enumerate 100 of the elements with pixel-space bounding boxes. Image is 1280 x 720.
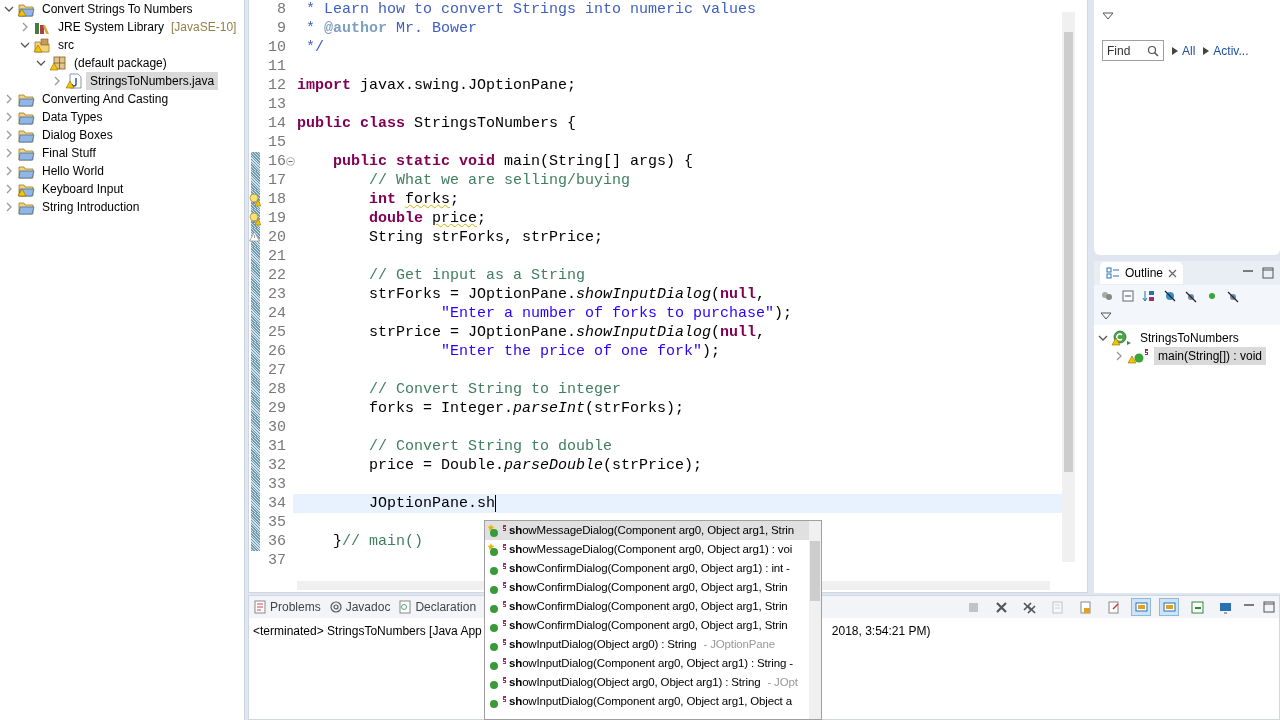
screen-icon[interactable]: [1161, 599, 1177, 615]
folder-icon: [17, 91, 35, 107]
completion-item[interactable]: showInputDialog(Object arg0, Object arg1) : String - JOpt: [485, 673, 809, 692]
scrollbar-thumb[interactable]: [1064, 32, 1073, 472]
view-menu-icon[interactable]: [1100, 311, 1112, 321]
tree-item[interactable]: Convert Strings To Numbers: [38, 0, 197, 18]
filter-link[interactable]: Activ...: [1213, 41, 1249, 60]
line-number: 21: [267, 247, 286, 266]
code-line: strPrice = JOptionPane.showInputDialog(null,: [368, 323, 766, 342]
line-number: 8: [276, 0, 286, 19]
chevron-right-icon[interactable]: [4, 130, 14, 140]
scrollbar-thumb[interactable]: [810, 541, 820, 601]
folder-icon: [17, 145, 35, 161]
maximize-icon[interactable]: [1262, 267, 1274, 279]
method-warning-icon: [1127, 348, 1151, 364]
line-number: 32: [267, 456, 286, 475]
star-method-icon: [488, 523, 506, 538]
chevron-right-icon[interactable]: [4, 148, 14, 158]
completion-item[interactable]: showConfirmDialog(Component arg0, Object arg1, Strin: [485, 597, 809, 616]
line-number: 15: [267, 133, 286, 152]
completion-item[interactable]: showInputDialog(Object arg0) : String - JOptionPane: [485, 635, 809, 654]
chevron-right-icon[interactable]: [4, 94, 14, 104]
triangle-right-icon: [1203, 46, 1210, 55]
line-number: 22: [267, 266, 286, 285]
chevron-right-icon[interactable]: [52, 76, 62, 86]
tree-item[interactable]: JRE System Library: [54, 18, 169, 36]
code-line: // Convert String to double: [368, 437, 613, 456]
outline-item[interactable]: StringsToNumbers: [1136, 329, 1243, 347]
line-number: 19: [267, 209, 286, 228]
maximize-icon[interactable]: [1263, 601, 1275, 614]
hide-fields-icon[interactable]: [1163, 289, 1177, 303]
tree-item[interactable]: StringsToNumbers.java: [86, 72, 219, 90]
view-menu-icon[interactable]: [1102, 10, 1114, 21]
line-number: 17: [267, 171, 286, 190]
chevron-down-icon[interactable]: [1098, 333, 1108, 343]
code-line: strForks = JOptionPane.showInputDialog(null,: [368, 285, 766, 304]
code-line: // Get input as a String: [368, 266, 586, 285]
remove-all-icon[interactable]: [1021, 599, 1037, 615]
problems-icon: [253, 600, 267, 615]
chevron-down-icon[interactable]: [36, 58, 46, 68]
completion-item[interactable]: showMessageDialog(Component arg0, Object arg1) : voi: [485, 540, 809, 559]
scrollbar[interactable]: [809, 521, 821, 719]
code-line: String strForks, strPrice;: [368, 228, 604, 247]
chevron-right-icon[interactable]: [1114, 351, 1124, 361]
line-number: 13: [267, 95, 286, 114]
tree-item[interactable]: (default package): [70, 54, 171, 72]
circles-icon[interactable]: [1100, 289, 1114, 303]
completion-item[interactable]: showConfirmDialog(Component arg0, Object arg1) : int -: [485, 559, 809, 578]
scrollbar[interactable]: [1062, 12, 1075, 563]
sort-icon[interactable]: [1142, 289, 1156, 303]
tree-item[interactable]: Dialog Boxes: [38, 126, 117, 144]
code-line: // What we are selling/buying: [368, 171, 631, 190]
chevron-right-icon[interactable]: [4, 112, 14, 122]
completion-item[interactable]: showInputDialog(Component arg0, Object arg1) : String -: [485, 654, 809, 673]
remove-icon[interactable]: [993, 599, 1009, 615]
line-number: 37: [267, 551, 286, 570]
close-icon[interactable]: [1168, 268, 1178, 278]
search-field[interactable]: Find: [1102, 40, 1164, 61]
filter-link[interactable]: All: [1182, 41, 1196, 60]
completion-item[interactable]: showInputDialog(Component arg0, Object arg1, Object a: [485, 692, 809, 711]
line-number: 26: [267, 342, 286, 361]
code-line: */: [305, 38, 324, 57]
chevron-right-icon[interactable]: [4, 166, 14, 176]
code-line: * Learn how to convert Strings into numeric values: [305, 0, 757, 19]
method-icon: [488, 675, 506, 690]
chevron-right-icon[interactable]: [4, 184, 14, 194]
code-line: price = Double.parseDouble(strPrice);: [368, 456, 703, 475]
collapse-icon[interactable]: [286, 157, 295, 166]
chevron-down-icon[interactable]: [4, 4, 14, 14]
outline-item[interactable]: main(String[]) : void: [1154, 347, 1267, 365]
chevron-right-icon[interactable]: [4, 202, 14, 212]
padlock-sheet-icon[interactable]: [1077, 599, 1093, 615]
completion-item[interactable]: showMessageDialog(Component arg0, Object arg1, Strin: [485, 521, 809, 540]
view-tab[interactable]: Javadoc: [328, 598, 391, 617]
tree-item[interactable]: String Introduction: [38, 198, 144, 216]
line-number: 25: [267, 323, 286, 342]
outline-icon: [1106, 267, 1120, 279]
completion-item[interactable]: showConfirmDialog(Component arg0, Object arg1, Strin: [485, 616, 809, 635]
outline-tab[interactable]: Outline: [1100, 262, 1184, 284]
chevron-right-icon[interactable]: [20, 22, 30, 32]
hide-static-icon[interactable]: [1184, 289, 1198, 303]
completion-item[interactable]: showConfirmDialog(Component arg0, Object arg1, Strin: [485, 578, 809, 597]
line-number: 24: [267, 304, 286, 323]
tree-item[interactable]: Data Types: [38, 108, 107, 126]
view-tab[interactable]: Problems: [253, 598, 321, 617]
tree-item[interactable]: Final Stuff: [38, 144, 100, 162]
tree-item[interactable]: Converting And Casting: [38, 90, 173, 108]
collapse-all-icon[interactable]: [1121, 289, 1135, 303]
pin-sheet-icon[interactable]: [1105, 599, 1121, 615]
line-number: 16: [267, 152, 286, 171]
tree-item[interactable]: src: [54, 36, 78, 54]
method-icon: [488, 637, 506, 652]
window-icon[interactable]: [1189, 599, 1205, 615]
tree-item[interactable]: Hello World: [38, 162, 108, 180]
method-icon: [488, 694, 506, 709]
chevron-down-icon[interactable]: [20, 40, 30, 50]
screen-icon[interactable]: [1133, 599, 1149, 615]
view-tab[interactable]: Declaration: [398, 598, 477, 617]
tree-item[interactable]: Keyboard Input: [38, 180, 128, 198]
hide-local-icon[interactable]: [1226, 289, 1240, 303]
